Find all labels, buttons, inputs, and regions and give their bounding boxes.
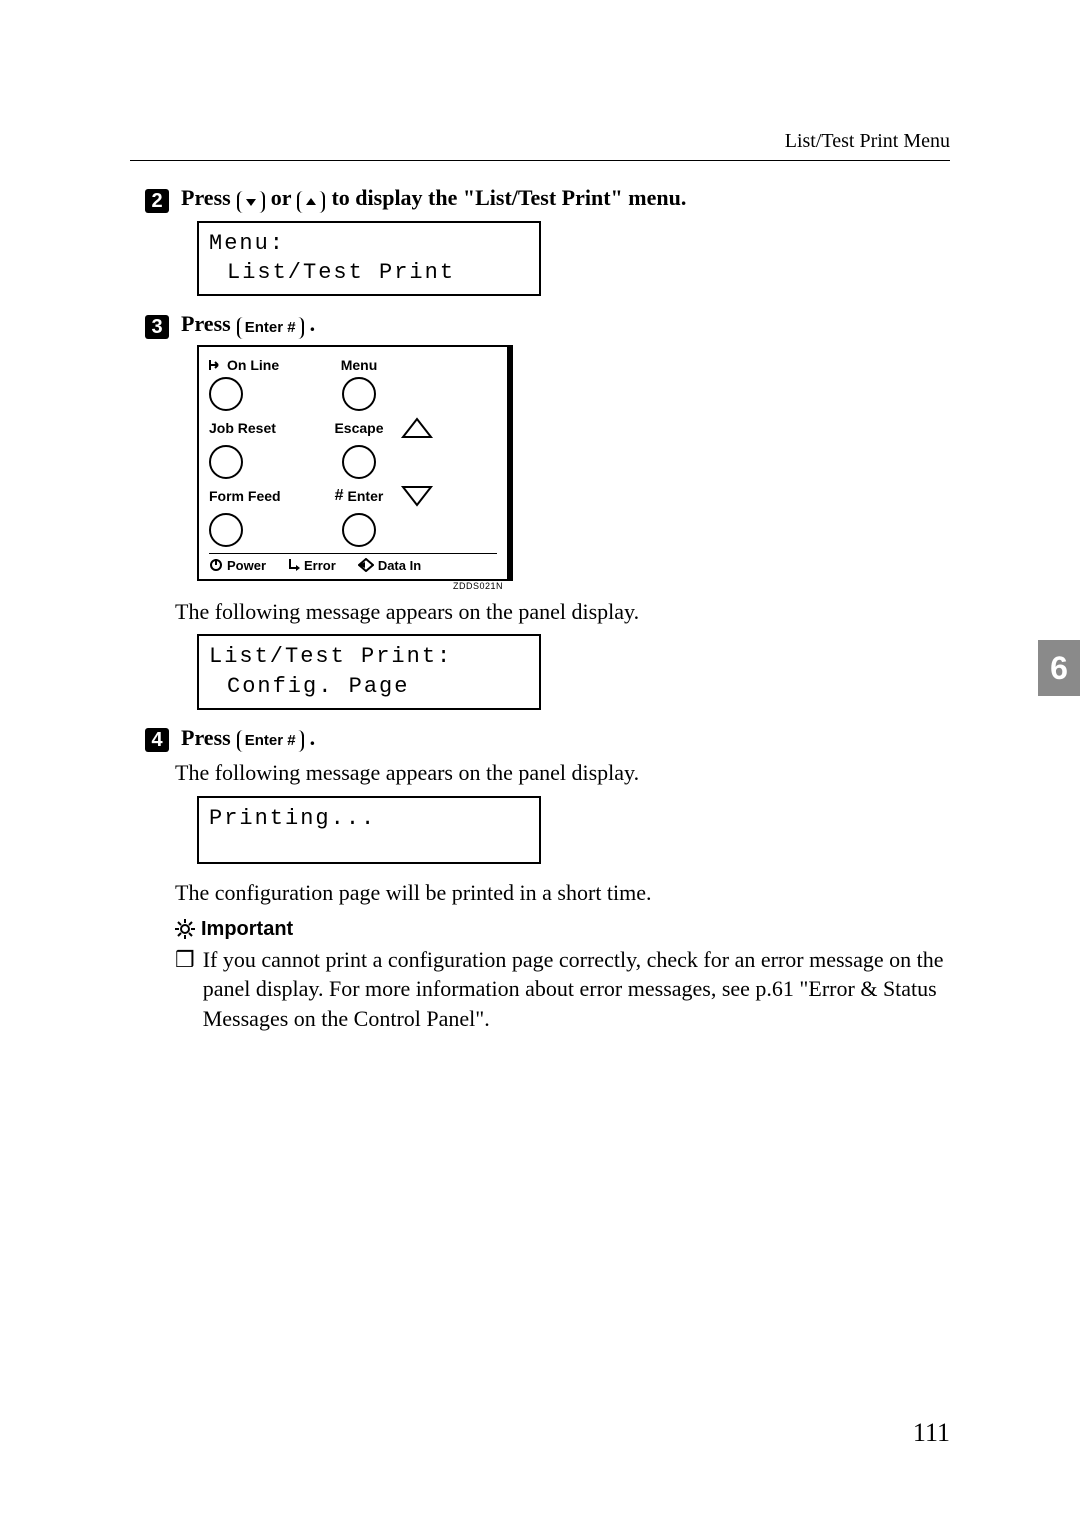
jobreset-label: Job Reset [209, 420, 319, 436]
lcd-line: Menu: [209, 229, 529, 259]
enter-key: Enter # [237, 317, 304, 339]
checkbox-bullet-icon: ❒ [175, 945, 195, 1034]
escape-button[interactable] [342, 445, 376, 479]
body-text: The following message appears on the pan… [175, 758, 950, 788]
body-text: The configuration page will be printed i… [175, 878, 950, 908]
power-indicator: Power [209, 558, 266, 573]
figure-caption: ZDDS021N [197, 581, 505, 591]
enter-label: # Enter [319, 487, 399, 505]
step-2-instruction: 2 Press or to display the "List/Test Pri… [145, 184, 950, 213]
step-3-instruction: 3 Press Enter # . [145, 310, 950, 339]
hash-icon: # [335, 487, 344, 505]
error-icon [288, 558, 300, 572]
formfeed-label: Form Feed [209, 488, 319, 504]
control-panel-figure: On Line Menu Job Reset Escape [197, 345, 505, 591]
step-2: 2 Press or to display the "List/Test Pri… [145, 184, 950, 296]
menu-button[interactable] [342, 377, 376, 411]
datain-indicator: Data In [358, 558, 421, 573]
step-4: 4 Press Enter # . The following message … [145, 724, 950, 1034]
step-2-badge: 2 [145, 189, 169, 213]
step-4-instruction: 4 Press Enter # . [145, 724, 950, 753]
step-4-text-pre: Press [181, 724, 231, 753]
important-note: ❒ If you cannot print a configuration pa… [175, 945, 950, 1034]
important-heading-text: Important [201, 918, 293, 941]
important-note-text: If you cannot print a configuration page… [203, 945, 950, 1034]
online-button[interactable] [209, 377, 243, 411]
indicator-row: Power Error Data In [209, 553, 497, 573]
lcd-display-printing: Printing... [197, 796, 541, 864]
control-panel: On Line Menu Job Reset Escape [197, 345, 513, 581]
online-arrow-icon [209, 359, 223, 371]
online-label: On Line [209, 357, 319, 373]
step-4-badge: 4 [145, 728, 169, 752]
data-in-icon [358, 558, 374, 572]
header-section-label: List/Test Print Menu [785, 130, 950, 153]
step-3-text-pre: Press [181, 310, 231, 339]
lcd-line: Config. Page [209, 672, 529, 702]
down-key-icon [237, 191, 265, 213]
gear-icon [175, 919, 195, 939]
lcd-display-menu: Menu: List/Test Print [197, 221, 541, 296]
header-rule [130, 160, 950, 161]
error-indicator: Error [288, 558, 336, 573]
menu-label: Menu [319, 357, 399, 373]
lcd-line: List/Test Print: [209, 642, 529, 672]
up-button[interactable] [399, 415, 435, 441]
step-4-text-post: . [310, 724, 316, 753]
formfeed-button[interactable] [209, 513, 243, 547]
step-3: 3 Press Enter # . On Line Menu [145, 310, 950, 710]
lcd-display-listtest: List/Test Print: Config. Page [197, 634, 541, 709]
lcd-line: Printing... [209, 804, 529, 834]
step-3-text-post: . [310, 310, 316, 339]
step-2-text-mid: or [271, 184, 292, 213]
important-heading: Important [175, 918, 950, 941]
escape-label: Escape [319, 420, 399, 436]
up-key-icon [297, 191, 325, 213]
step-2-text-pre: Press [181, 184, 231, 213]
page: List/Test Print Menu 6 111 2 Press or to… [0, 0, 1080, 1528]
down-button[interactable] [399, 483, 435, 509]
body-text: The following message appears on the pan… [175, 597, 950, 627]
content: 2 Press or to display the "List/Test Pri… [145, 180, 950, 1038]
chapter-tab: 6 [1038, 640, 1080, 696]
page-number: 111 [913, 1418, 950, 1448]
step-2-text-post: to display the "List/Test Print" menu. [331, 184, 686, 213]
power-icon [209, 558, 223, 572]
enter-button[interactable] [342, 513, 376, 547]
lcd-line: List/Test Print [209, 258, 529, 288]
step-3-badge: 3 [145, 315, 169, 339]
enter-key: Enter # [237, 730, 304, 752]
jobreset-button[interactable] [209, 445, 243, 479]
